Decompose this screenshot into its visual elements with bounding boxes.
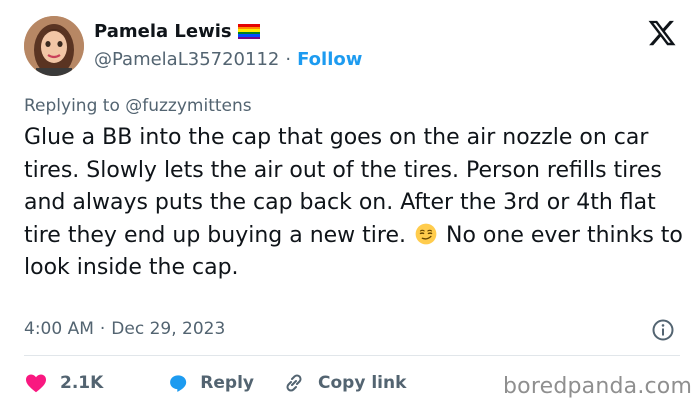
avatar[interactable] — [24, 16, 84, 76]
tweet-text: Glue a BB into the cap that goes on the … — [24, 122, 696, 285]
author-handle-row: @PamelaL35720112 · Follow — [94, 49, 362, 70]
like-count: 2.1K — [60, 373, 104, 393]
heart-icon — [26, 374, 46, 393]
author-handle[interactable]: @PamelaL35720112 — [94, 49, 279, 70]
reply-label: Reply — [200, 373, 254, 393]
divider — [24, 355, 680, 356]
reply-mention-link[interactable]: @fuzzymittens — [125, 96, 251, 116]
watermark-text: boredpanda.com — [503, 374, 693, 399]
tweet-timestamp[interactable]: 4:00 AM · Dec 29, 2023 — [24, 319, 225, 339]
copy-link-button[interactable]: Copy link — [282, 371, 406, 395]
follow-button[interactable]: Follow — [297, 49, 362, 70]
flag-stripe — [237, 36, 260, 39]
author-display-name[interactable]: Pamela Lewis — [94, 21, 232, 42]
separator-dot: · — [285, 49, 292, 70]
link-icon — [286, 374, 302, 392]
copy-link-label: Copy link — [318, 373, 407, 393]
reply-context: Replying to @fuzzymittens — [24, 96, 252, 116]
reply-bubble-icon — [170, 375, 187, 392]
tweet-card: Pamela Lewis @PamelaL35720112 · Follow Rep… — [0, 0, 700, 410]
avatar-image — [24, 16, 84, 76]
tweet-time: 4:00 AM — [24, 319, 94, 339]
x-logo-icon[interactable] — [646, 18, 678, 48]
reply-button[interactable]: Reply — [168, 371, 254, 395]
info-icon[interactable] — [651, 318, 675, 342]
rainbow-flag-icon — [237, 24, 260, 39]
tweet-date: Dec 29, 2023 — [111, 319, 226, 339]
smirking-face-icon — [415, 223, 437, 244]
meta-separator: · — [99, 319, 106, 339]
action-bar: 2.1K Reply Copy link — [24, 368, 406, 398]
reply-context-prefix: Replying to — [24, 96, 120, 116]
author-name-row: Pamela Lewis — [94, 21, 260, 42]
like-button[interactable]: 2.1K — [24, 371, 180, 395]
